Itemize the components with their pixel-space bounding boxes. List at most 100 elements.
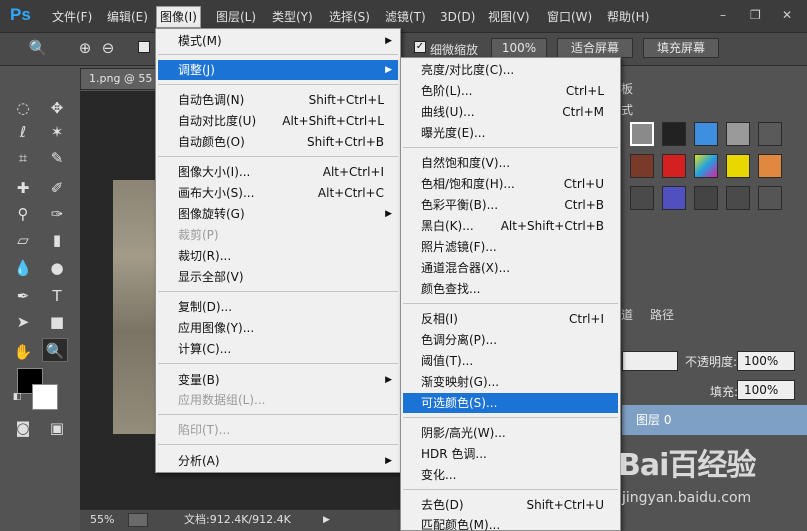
menu-item-apply-image[interactable]: 应用图像(Y)... bbox=[158, 318, 398, 338]
eyedropper-tool-icon[interactable]: ✎ bbox=[44, 146, 70, 170]
opacity-input[interactable]: 100% bbox=[737, 351, 795, 371]
background-color-swatch[interactable] bbox=[32, 384, 58, 410]
style-swatch[interactable] bbox=[726, 122, 750, 146]
document-tab[interactable]: 1.png @ 55 bbox=[80, 68, 160, 90]
resize-windows-checkbox[interactable] bbox=[138, 41, 150, 53]
style-swatch[interactable] bbox=[694, 186, 718, 210]
history-brush-tool-icon[interactable]: ✑ bbox=[44, 202, 70, 226]
menu-layer[interactable]: 图层(L) bbox=[216, 8, 256, 26]
menu-item-trim[interactable]: 裁切(R)... bbox=[158, 246, 398, 266]
zoom-tool-icon[interactable]: 🔍 bbox=[25, 36, 51, 60]
styles-tab-fragment[interactable]: 式 bbox=[621, 101, 633, 118]
blur-tool-icon[interactable]: 💧 bbox=[10, 256, 36, 280]
style-swatch[interactable] bbox=[758, 186, 782, 210]
menu-filter[interactable]: 滤镜(T) bbox=[385, 8, 426, 26]
menu-item-variables[interactable]: 变量(B) ▶ bbox=[158, 370, 398, 390]
menu-item-match-color[interactable]: 匹配颜色(M)... bbox=[403, 515, 618, 531]
style-swatch[interactable] bbox=[630, 186, 654, 210]
style-swatch[interactable] bbox=[630, 122, 654, 146]
menu-file[interactable]: 文件(F) bbox=[52, 8, 92, 26]
move-tool-icon[interactable]: ✥ bbox=[44, 96, 70, 120]
menu-window[interactable]: 窗口(W) bbox=[547, 8, 592, 26]
menu-item-image-size[interactable]: 图像大小(I)... Alt+Ctrl+I bbox=[158, 162, 398, 182]
menu-item-black-white[interactable]: 黑白(K)... Alt+Shift+Ctrl+B bbox=[403, 216, 618, 236]
status-menu-arrow-icon[interactable]: ▶ bbox=[323, 510, 330, 530]
fit-screen-button[interactable]: 适合屏幕 bbox=[557, 38, 633, 58]
menu-item-levels[interactable]: 色阶(L)... Ctrl+L bbox=[403, 81, 618, 101]
menu-item-exposure[interactable]: 曝光度(E)... bbox=[403, 123, 618, 143]
menu-item-curves[interactable]: 曲线(U)... Ctrl+M bbox=[403, 102, 618, 122]
quick-mask-icon[interactable]: ◙ bbox=[10, 416, 36, 440]
menu-item-desaturate[interactable]: 去色(D) Shift+Ctrl+U bbox=[403, 495, 618, 515]
brush-tool-icon[interactable]: ✐ bbox=[44, 176, 70, 200]
zoom-out-icon[interactable]: ⊖ bbox=[98, 36, 118, 60]
menu-help[interactable]: 帮助(H) bbox=[607, 8, 649, 26]
menu-item-color-lookup[interactable]: 颜色查找... bbox=[403, 279, 618, 299]
menu-item-variations[interactable]: 变化... bbox=[403, 465, 618, 485]
zoom-level[interactable]: 55% bbox=[90, 510, 114, 530]
style-swatch[interactable] bbox=[726, 186, 750, 210]
menu-edit[interactable]: 编辑(E) bbox=[107, 8, 148, 26]
hand-tool-icon[interactable]: ✋ bbox=[10, 340, 36, 364]
menu-item-gradient-map[interactable]: 渐变映射(G)... bbox=[403, 372, 618, 392]
style-swatch[interactable] bbox=[694, 122, 718, 146]
gradient-tool-icon[interactable]: ▮ bbox=[44, 228, 70, 252]
menu-item-channel-mixer[interactable]: 通道混合器(X)... bbox=[403, 258, 618, 278]
restore-icon[interactable]: ❐ bbox=[750, 8, 761, 22]
layer-row[interactable]: 图层 0 bbox=[622, 405, 807, 435]
menu-item-selective-color[interactable]: 可选颜色(S)... bbox=[403, 393, 618, 413]
menu-item-canvas-size[interactable]: 画布大小(S)... Alt+Ctrl+C bbox=[158, 183, 398, 203]
scrubby-zoom-checkbox[interactable]: ✓ bbox=[414, 41, 426, 53]
menu-item-hdr-toning[interactable]: HDR 色调... bbox=[403, 444, 618, 464]
menu-3d[interactable]: 3D(D) bbox=[440, 8, 475, 26]
fill-screen-button[interactable]: 填充屏幕 bbox=[643, 38, 719, 58]
menu-item-hue-saturation[interactable]: 色相/饱和度(H)... Ctrl+U bbox=[403, 174, 618, 194]
menu-item-calculations[interactable]: 计算(C)... bbox=[158, 339, 398, 359]
crop-tool-icon[interactable]: ⌗ bbox=[10, 146, 36, 170]
menu-item-auto-contrast[interactable]: 自动对比度(U) Alt+Shift+Ctrl+L bbox=[158, 111, 398, 131]
board-tab-fragment[interactable]: 板 bbox=[621, 80, 633, 97]
style-swatch[interactable] bbox=[694, 154, 718, 178]
fill-input[interactable]: 100% bbox=[737, 380, 795, 400]
zoom-tool-selected-icon[interactable]: 🔍 bbox=[42, 338, 68, 362]
style-swatch[interactable] bbox=[758, 122, 782, 146]
menu-item-auto-tone[interactable]: 自动色调(N) Shift+Ctrl+L bbox=[158, 90, 398, 110]
menu-view[interactable]: 视图(V) bbox=[488, 8, 530, 26]
zoom-100-button[interactable]: 100% bbox=[491, 38, 547, 58]
menu-item-threshold[interactable]: 阈值(T)... bbox=[403, 351, 618, 371]
marquee-tool-icon[interactable]: ◌ bbox=[10, 96, 36, 120]
path-selection-tool-icon[interactable]: ➤ bbox=[10, 310, 36, 334]
blend-mode-select[interactable] bbox=[622, 351, 678, 371]
menu-item-analysis[interactable]: 分析(A) ▶ bbox=[158, 451, 398, 471]
layers-tab-fragment[interactable]: 道 bbox=[621, 306, 633, 323]
clone-stamp-tool-icon[interactable]: ⚲ bbox=[10, 202, 36, 226]
menu-item-duplicate[interactable]: 复制(D)... bbox=[158, 297, 398, 317]
style-swatch[interactable] bbox=[662, 154, 686, 178]
close-icon[interactable]: ✕ bbox=[782, 8, 792, 22]
paths-tab[interactable]: 路径 bbox=[650, 306, 674, 323]
type-tool-icon[interactable]: T bbox=[44, 284, 70, 308]
style-swatch[interactable] bbox=[630, 154, 654, 178]
pen-tool-icon[interactable]: ✒ bbox=[10, 284, 36, 308]
style-swatch[interactable] bbox=[662, 122, 686, 146]
eraser-tool-icon[interactable]: ▱ bbox=[10, 228, 36, 252]
menu-type[interactable]: 类型(Y) bbox=[272, 8, 313, 26]
menu-item-vibrance[interactable]: 自然饱和度(V)... bbox=[403, 153, 618, 173]
menu-item-photo-filter[interactable]: 照片滤镜(F)... bbox=[403, 237, 618, 257]
menu-item-shadows-highlights[interactable]: 阴影/高光(W)... bbox=[403, 423, 618, 443]
dodge-tool-icon[interactable]: ● bbox=[44, 256, 70, 280]
menu-item-adjustments[interactable]: 调整(J) ▶ bbox=[158, 60, 398, 80]
menu-item-reveal-all[interactable]: 显示全部(V) bbox=[158, 267, 398, 287]
menu-item-posterize[interactable]: 色调分离(P)... bbox=[403, 330, 618, 350]
menu-select[interactable]: 选择(S) bbox=[329, 8, 370, 26]
menu-item-auto-color[interactable]: 自动颜色(O) Shift+Ctrl+B bbox=[158, 132, 398, 152]
magic-wand-tool-icon[interactable]: ✶ bbox=[44, 120, 70, 144]
menu-item-color-balance[interactable]: 色彩平衡(B)... Ctrl+B bbox=[403, 195, 618, 215]
style-swatch[interactable] bbox=[758, 154, 782, 178]
menu-item-image-rotation[interactable]: 图像旋转(G) ▶ bbox=[158, 204, 398, 224]
minimize-icon[interactable]: – bbox=[720, 8, 726, 22]
zoom-in-icon[interactable]: ⊕ bbox=[75, 36, 95, 60]
menu-item-brightness-contrast[interactable]: 亮度/对比度(C)... bbox=[403, 60, 618, 80]
screen-mode-icon[interactable]: ▣ bbox=[44, 416, 70, 440]
shape-tool-icon[interactable]: ■ bbox=[44, 310, 70, 334]
